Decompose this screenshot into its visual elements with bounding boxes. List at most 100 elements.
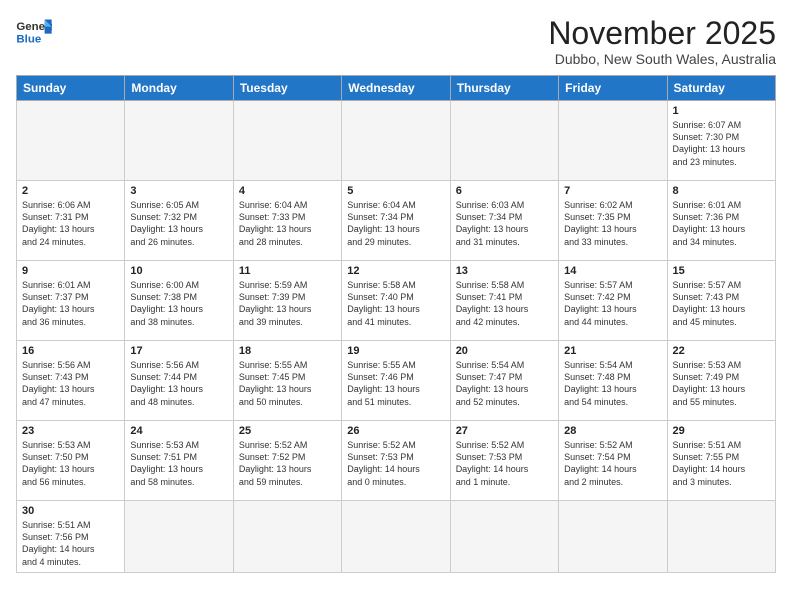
day-number: 21 [564,345,661,357]
day-info: Sunrise: 6:02 AM Sunset: 7:35 PM Dayligh… [564,199,661,248]
day-number: 10 [130,265,227,277]
day-number: 16 [22,345,119,357]
day-number: 9 [22,265,119,277]
day-info: Sunrise: 5:57 AM Sunset: 7:42 PM Dayligh… [564,279,661,328]
calendar-day-cell: 18 Sunrise: 5:55 AM Sunset: 7:45 PM Dayli… [233,341,341,421]
day-info: Sunrise: 6:04 AM Sunset: 7:33 PM Dayligh… [239,199,336,248]
calendar-day-cell: 3 Sunrise: 6:05 AM Sunset: 7:32 PM Daylig… [125,181,233,261]
day-number: 20 [456,345,553,357]
weekday-header: Thursday [450,76,558,101]
day-number: 22 [673,345,770,357]
day-info: Sunrise: 5:53 AM Sunset: 7:51 PM Dayligh… [130,439,227,488]
calendar-week-row: 16Sunrise: 5:56 AM Sunset: 7:43 PM Dayli… [17,341,776,421]
day-number: 6 [456,185,553,197]
calendar-week-row: 30Sunrise: 5:51 AM Sunset: 7:56 PM Dayli… [17,501,776,573]
calendar-day-cell [667,501,775,573]
day-number: 5 [347,185,444,197]
day-number: 8 [673,185,770,197]
day-number: 29 [673,425,770,437]
day-number: 28 [564,425,661,437]
logo: General Blue [16,16,52,46]
calendar-day-cell: 1Sunrise: 6:07 AM Sunset: 7:30 PM Daylig… [667,101,775,181]
calendar-day-cell [342,101,450,181]
day-info: Sunrise: 6:05 AM Sunset: 7:32 PM Dayligh… [130,199,227,248]
day-info: Sunrise: 5:59 AM Sunset: 7:39 PM Dayligh… [239,279,336,328]
weekday-header: Sunday [17,76,125,101]
calendar-week-row: 2Sunrise: 6:06 AM Sunset: 7:31 PM Daylig… [17,181,776,261]
weekday-header: Monday [125,76,233,101]
calendar-day-cell: 25Sunrise: 5:52 AM Sunset: 7:52 PM Dayli… [233,421,341,501]
calendar-day-cell [17,101,125,181]
calendar-day-cell: 29 Sunrise: 5:51 AM Sunset: 7:55 PM Dayli… [667,421,775,501]
calendar-day-cell: 23Sunrise: 5:53 AM Sunset: 7:50 PM Dayli… [17,421,125,501]
day-number: 4 [239,185,336,197]
calendar-day-cell: 20 Sunrise: 5:54 AM Sunset: 7:47 PM Dayli… [450,341,558,421]
month-title: November 2025 [548,16,776,51]
title-section: November 2025 Dubbo, New South Wales, Au… [548,16,776,67]
day-info: Sunrise: 5:55 AM Sunset: 7:46 PM Dayligh… [347,359,444,408]
day-info: Sunrise: 6:01 AM Sunset: 7:36 PM Dayligh… [673,199,770,248]
day-number: 18 [239,345,336,357]
calendar-day-cell: 14 Sunrise: 5:57 AM Sunset: 7:42 PM Dayli… [559,261,667,341]
day-number: 2 [22,185,119,197]
calendar-day-cell: 24 Sunrise: 5:53 AM Sunset: 7:51 PM Dayli… [125,421,233,501]
calendar-day-cell: 30Sunrise: 5:51 AM Sunset: 7:56 PM Dayli… [17,501,125,573]
calendar-day-cell: 12Sunrise: 5:58 AM Sunset: 7:40 PM Dayli… [342,261,450,341]
calendar-week-row: 9 Sunrise: 6:01 AM Sunset: 7:37 PM Daylig… [17,261,776,341]
calendar-day-cell: 2Sunrise: 6:06 AM Sunset: 7:31 PM Daylig… [17,181,125,261]
calendar-day-cell [559,101,667,181]
day-number: 30 [22,505,119,517]
calendar-day-cell: 4 Sunrise: 6:04 AM Sunset: 7:33 PM Daylig… [233,181,341,261]
day-info: Sunrise: 5:52 AM Sunset: 7:53 PM Dayligh… [347,439,444,488]
calendar-day-cell: 27Sunrise: 5:52 AM Sunset: 7:53 PM Dayli… [450,421,558,501]
location-subtitle: Dubbo, New South Wales, Australia [548,51,776,67]
calendar-day-cell: 11 Sunrise: 5:59 AM Sunset: 7:39 PM Dayli… [233,261,341,341]
day-number: 3 [130,185,227,197]
calendar-day-cell [450,501,558,573]
calendar-day-cell: 8 Sunrise: 6:01 AM Sunset: 7:36 PM Daylig… [667,181,775,261]
day-number: 7 [564,185,661,197]
svg-text:Blue: Blue [16,33,41,45]
day-info: Sunrise: 5:51 AM Sunset: 7:55 PM Dayligh… [673,439,770,488]
day-number: 23 [22,425,119,437]
calendar-day-cell: 16Sunrise: 5:56 AM Sunset: 7:43 PM Dayli… [17,341,125,421]
day-info: Sunrise: 6:04 AM Sunset: 7:34 PM Dayligh… [347,199,444,248]
day-number: 26 [347,425,444,437]
calendar-day-cell [125,501,233,573]
calendar-day-cell: 10 Sunrise: 6:00 AM Sunset: 7:38 PM Dayli… [125,261,233,341]
calendar-day-cell: 19 Sunrise: 5:55 AM Sunset: 7:46 PM Dayli… [342,341,450,421]
day-number: 27 [456,425,553,437]
calendar-day-cell [342,501,450,573]
calendar-day-cell: 13 Sunrise: 5:58 AM Sunset: 7:41 PM Dayli… [450,261,558,341]
calendar-week-row: 23Sunrise: 5:53 AM Sunset: 7:50 PM Dayli… [17,421,776,501]
day-number: 24 [130,425,227,437]
day-info: Sunrise: 5:55 AM Sunset: 7:45 PM Dayligh… [239,359,336,408]
day-number: 25 [239,425,336,437]
weekday-header: Saturday [667,76,775,101]
day-number: 19 [347,345,444,357]
day-info: Sunrise: 6:01 AM Sunset: 7:37 PM Dayligh… [22,279,119,328]
calendar-day-cell: 21Sunrise: 5:54 AM Sunset: 7:48 PM Dayli… [559,341,667,421]
calendar-day-cell [233,101,341,181]
calendar-day-cell [125,101,233,181]
day-info: Sunrise: 5:52 AM Sunset: 7:54 PM Dayligh… [564,439,661,488]
day-number: 11 [239,265,336,277]
day-number: 12 [347,265,444,277]
day-info: Sunrise: 6:00 AM Sunset: 7:38 PM Dayligh… [130,279,227,328]
calendar-day-cell: 7 Sunrise: 6:02 AM Sunset: 7:35 PM Daylig… [559,181,667,261]
calendar-day-cell [233,501,341,573]
logo-icon: General Blue [16,16,52,46]
day-number: 14 [564,265,661,277]
calendar-header-row: SundayMondayTuesdayWednesdayThursdayFrid… [17,76,776,101]
day-info: Sunrise: 5:54 AM Sunset: 7:47 PM Dayligh… [456,359,553,408]
weekday-header: Wednesday [342,76,450,101]
day-number: 1 [673,105,770,117]
calendar-day-cell [559,501,667,573]
day-number: 13 [456,265,553,277]
calendar-day-cell: 26 Sunrise: 5:52 AM Sunset: 7:53 PM Dayli… [342,421,450,501]
day-info: Sunrise: 5:58 AM Sunset: 7:41 PM Dayligh… [456,279,553,328]
day-info: Sunrise: 6:03 AM Sunset: 7:34 PM Dayligh… [456,199,553,248]
calendar-day-cell: 15Sunrise: 5:57 AM Sunset: 7:43 PM Dayli… [667,261,775,341]
calendar-day-cell: 6 Sunrise: 6:03 AM Sunset: 7:34 PM Daylig… [450,181,558,261]
weekday-header: Friday [559,76,667,101]
